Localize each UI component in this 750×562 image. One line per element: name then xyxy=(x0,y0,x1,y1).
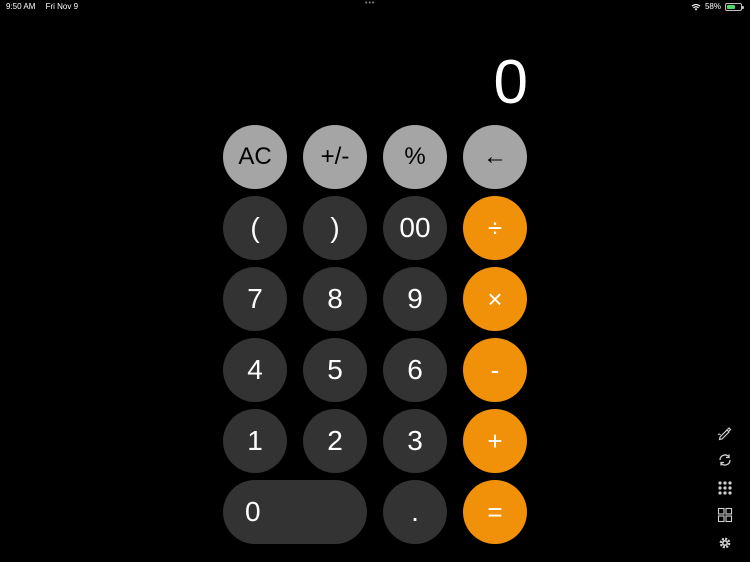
all-clear-button[interactable]: AC xyxy=(223,125,287,189)
pen-icon[interactable] xyxy=(716,424,734,442)
digit-5-button[interactable]: 5 xyxy=(303,338,367,402)
status-left: 9:50 AM Fri Nov 9 xyxy=(6,2,86,11)
battery-icon xyxy=(725,2,744,11)
plus-button[interactable]: + xyxy=(463,409,527,473)
double-zero-button[interactable]: 00 xyxy=(383,196,447,260)
divide-button[interactable]: ÷ xyxy=(463,196,527,260)
wifi-icon xyxy=(691,3,701,10)
digit-6-button[interactable]: 6 xyxy=(383,338,447,402)
layout-icon[interactable] xyxy=(716,506,734,524)
digit-2-button[interactable]: 2 xyxy=(303,409,367,473)
decimal-button[interactable]: . xyxy=(383,480,447,544)
status-right: 58% xyxy=(691,2,744,11)
close-paren-button[interactable]: ) xyxy=(303,196,367,260)
equals-button[interactable]: = xyxy=(463,480,527,544)
backspace-button[interactable]: ← xyxy=(463,125,527,189)
percent-button[interactable]: % xyxy=(383,125,447,189)
digit-4-button[interactable]: 4 xyxy=(223,338,287,402)
plus-minus-button[interactable]: +/- xyxy=(303,125,367,189)
multitasking-dots-icon[interactable]: ••• xyxy=(365,0,375,7)
digit-1-button[interactable]: 1 xyxy=(223,409,287,473)
gear-icon[interactable] xyxy=(716,534,734,552)
digit-9-button[interactable]: 9 xyxy=(383,267,447,331)
minus-button[interactable]: - xyxy=(463,338,527,402)
status-time: 9:50 AM xyxy=(6,2,36,11)
open-paren-button[interactable]: ( xyxy=(223,196,287,260)
multiply-button[interactable]: × xyxy=(463,267,527,331)
keypad-grid-icon[interactable] xyxy=(716,479,734,497)
battery-percent: 58% xyxy=(704,2,721,11)
calculator-display: 0 xyxy=(493,48,528,117)
digit-0-button[interactable]: 0 xyxy=(223,480,367,544)
battery-fill xyxy=(727,4,735,9)
battery-tip xyxy=(742,5,744,9)
status-bar: 9:50 AM Fri Nov 9 ••• 58% xyxy=(0,0,750,14)
rotate-icon[interactable] xyxy=(716,451,734,469)
digit-8-button[interactable]: 8 xyxy=(303,267,367,331)
status-date: Fri Nov 9 xyxy=(45,2,79,11)
digit-3-button[interactable]: 3 xyxy=(383,409,447,473)
digit-7-button[interactable]: 7 xyxy=(223,267,287,331)
